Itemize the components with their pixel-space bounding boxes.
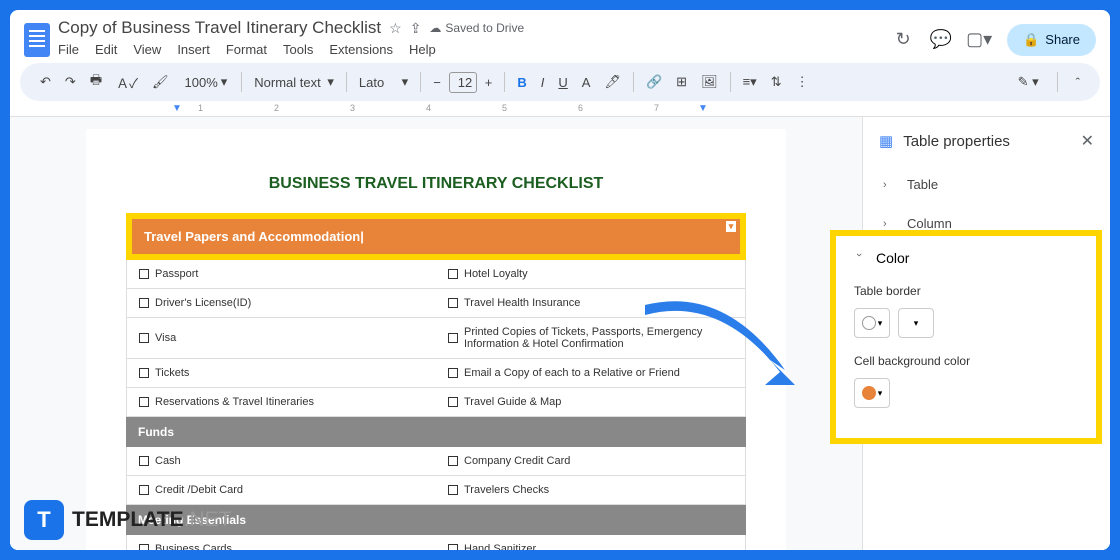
undo-button[interactable]: ↶ — [34, 70, 57, 94]
close-icon[interactable]: ✕ — [1081, 131, 1094, 151]
font-select[interactable]: Lato ▾ — [353, 70, 414, 94]
template-logo-icon: T — [24, 500, 64, 540]
menu-edit[interactable]: Edit — [95, 42, 117, 57]
spacing-button[interactable]: ⇅ — [765, 70, 788, 94]
doc-title[interactable]: Copy of Business Travel Itinerary Checkl… — [58, 18, 381, 38]
menu-view[interactable]: View — [133, 42, 161, 57]
section-header-funds[interactable]: Funds — [126, 417, 746, 447]
annotation-arrow — [635, 290, 820, 420]
paint-format-button[interactable]: 🖌 — [146, 70, 175, 94]
table-icon: ▦ — [879, 132, 893, 150]
fontsize-input[interactable]: 12 — [449, 72, 477, 93]
history-icon[interactable]: ↻ — [893, 30, 913, 50]
fontsize-inc[interactable]: + — [479, 71, 499, 94]
italic-button[interactable]: I — [535, 71, 551, 94]
section-header-travel[interactable]: Travel Papers and Accommodation| — [126, 213, 746, 260]
saved-status: ☁ Saved to Drive — [429, 21, 524, 35]
textcolor-button[interactable]: A — [576, 71, 597, 94]
spellcheck-button[interactable]: Ａ✓ — [110, 69, 144, 96]
move-icon[interactable]: ⇪ — [410, 20, 422, 37]
menu-help[interactable]: Help — [409, 42, 436, 57]
align-button[interactable]: ≡▾ — [737, 70, 763, 94]
redo-button[interactable]: ↷ — [59, 70, 82, 94]
comment-button[interactable]: ⊞ — [670, 70, 693, 94]
color-callout: ›Color Table border ▾ ▾ Cell background … — [830, 230, 1102, 444]
toolbar: ↶ ↷ 🖶 Ａ✓ 🖌 100% ▾ Normal text ▾ Lato ▾ −… — [20, 63, 1100, 101]
highlight-button[interactable]: 🖊 — [598, 70, 627, 94]
docs-logo[interactable] — [24, 23, 50, 57]
underline-button[interactable]: U — [552, 71, 573, 94]
border-width-button[interactable]: ▾ — [898, 308, 934, 338]
link-button[interactable]: 🔗 — [640, 70, 668, 94]
more-button[interactable]: ⋮ — [790, 70, 815, 94]
star-icon[interactable]: ☆ — [389, 20, 402, 37]
zoom-select[interactable]: 100% ▾ — [177, 70, 236, 94]
expand-button[interactable]: ˆ — [1070, 71, 1086, 94]
menu-file[interactable]: File — [58, 42, 79, 57]
bold-button[interactable]: B — [511, 71, 532, 94]
print-button[interactable]: 🖶 — [84, 67, 108, 97]
ruler[interactable]: ▼ 123 456 7 ▼ — [10, 101, 1110, 117]
menu-tools[interactable]: Tools — [283, 42, 313, 57]
menubar: File Edit View Insert Format Tools Exten… — [58, 38, 885, 61]
bg-color-button[interactable]: ▾ — [854, 378, 890, 408]
sidebar-item-table[interactable]: ›Table — [863, 165, 1110, 204]
meet-icon[interactable]: ▢▾ — [969, 30, 989, 50]
share-button[interactable]: 🔒 Share — [1007, 24, 1096, 56]
menu-extensions[interactable]: Extensions — [329, 42, 393, 57]
fontsize-dec[interactable]: − — [427, 71, 447, 94]
menu-insert[interactable]: Insert — [177, 42, 210, 57]
comments-icon[interactable]: 💬 — [931, 30, 951, 50]
menu-format[interactable]: Format — [226, 42, 267, 57]
image-button[interactable]: 🖼 — [695, 70, 724, 94]
page-title: BUSINESS TRAVEL ITINERARY CHECKLIST — [126, 175, 746, 193]
watermark: T TEMPLATE.NET — [24, 500, 231, 540]
style-select[interactable]: Normal text ▾ — [248, 70, 340, 94]
edit-mode[interactable]: ✎ ▾ — [1012, 70, 1045, 94]
border-color-button[interactable]: ▾ — [854, 308, 890, 338]
chevron-down-icon[interactable]: › — [853, 253, 865, 263]
